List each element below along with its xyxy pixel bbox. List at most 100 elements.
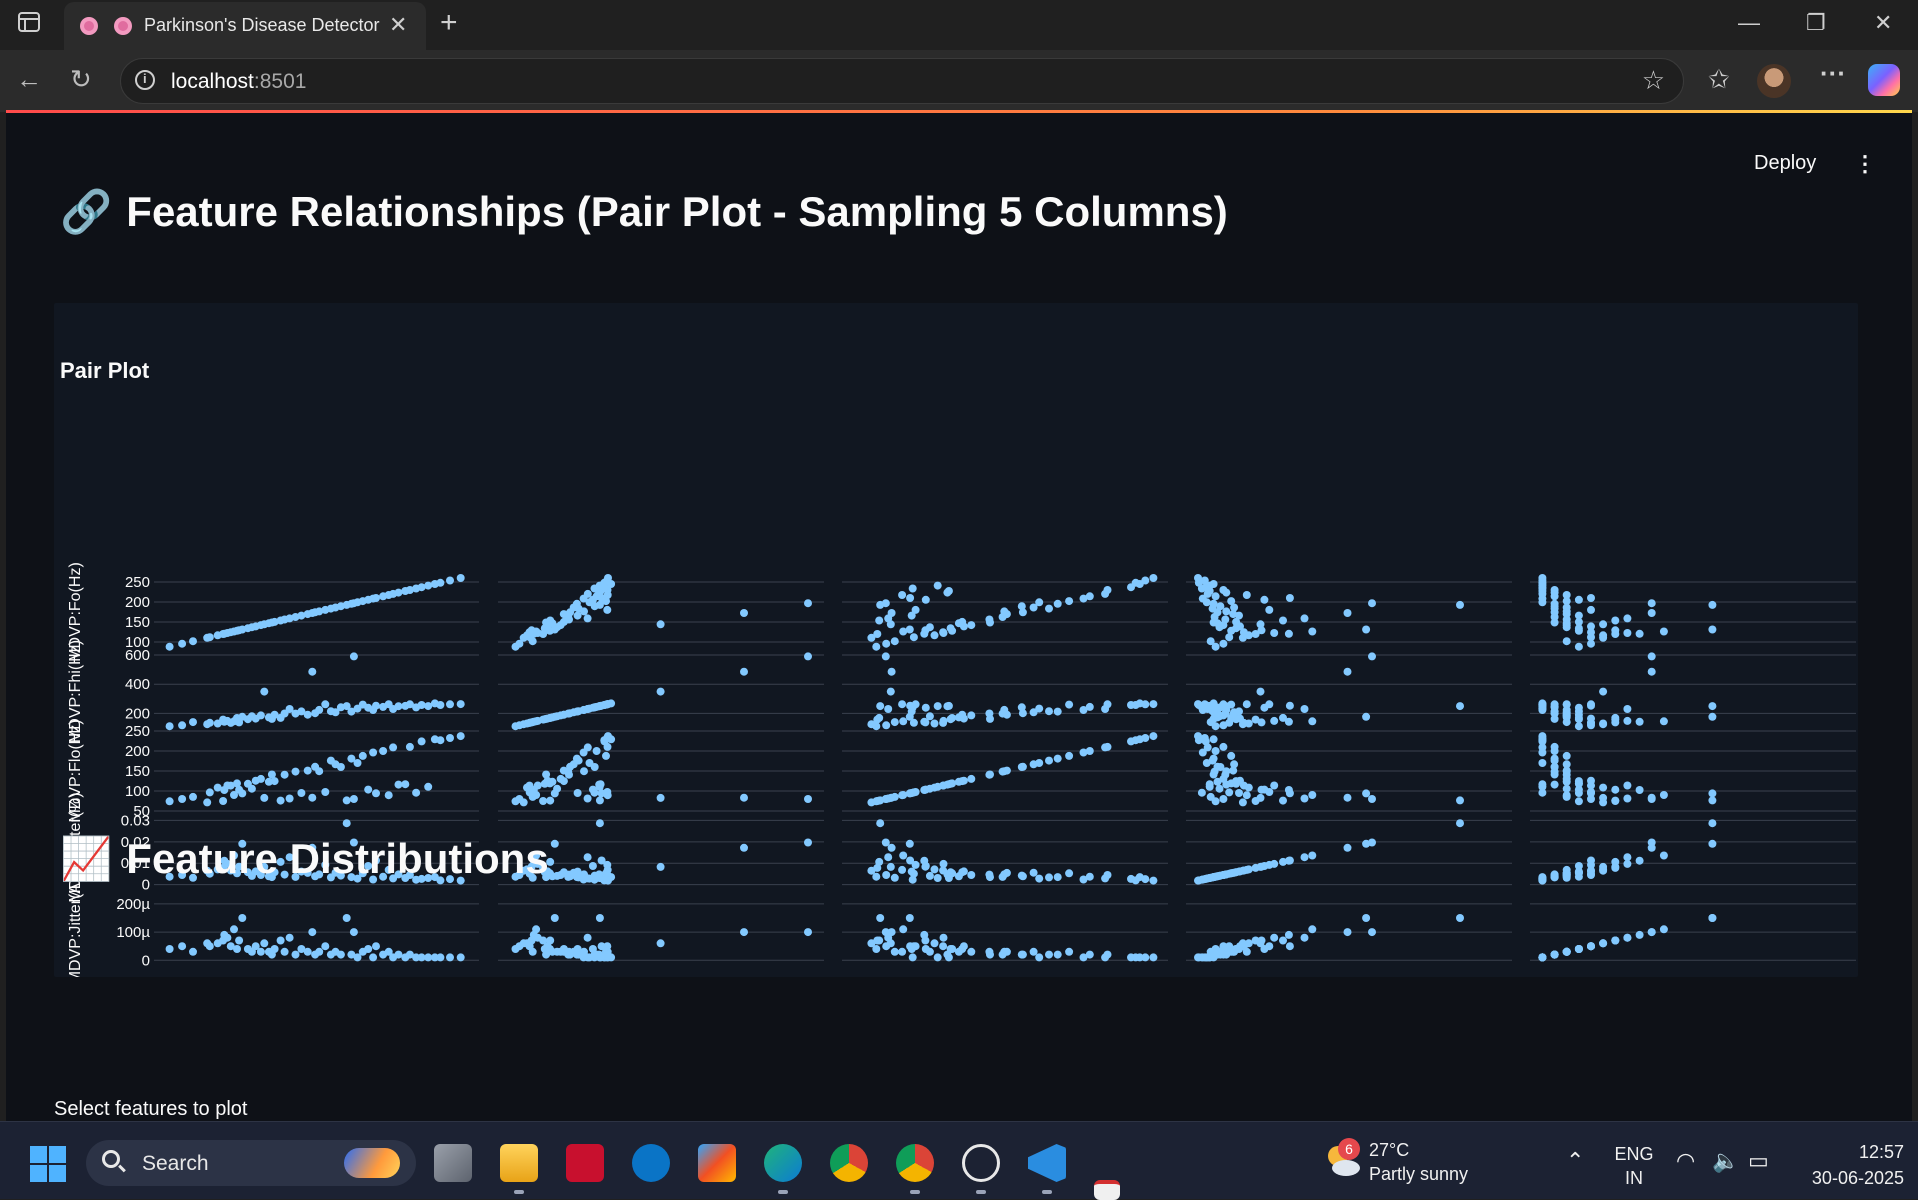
scatter-point xyxy=(1362,712,1371,721)
scatter-point xyxy=(1562,947,1571,956)
scatter-point xyxy=(881,599,890,608)
scatter-point xyxy=(1065,700,1074,709)
scatter-point xyxy=(285,933,294,942)
scatter-point xyxy=(308,667,317,676)
url-field[interactable]: localhost:8501 ☆ xyxy=(120,58,1684,104)
scatter-point xyxy=(958,617,967,626)
scatter-point xyxy=(1550,780,1559,789)
profile-avatar[interactable] xyxy=(1757,64,1791,98)
window-close-icon[interactable]: ✕ xyxy=(1874,10,1892,36)
dell-icon[interactable] xyxy=(632,1144,670,1182)
scatter-point xyxy=(1219,950,1228,959)
main-menu-icon[interactable]: ⋮ xyxy=(1854,151,1876,177)
site-info-icon[interactable] xyxy=(135,70,155,90)
scatter-point xyxy=(178,639,187,648)
scatter-point xyxy=(1194,700,1202,709)
scatter-point xyxy=(875,936,884,945)
browser-tab[interactable]: Parkinson's Disease Detector ✕ xyxy=(64,2,426,50)
scatter-point xyxy=(898,791,907,800)
scatter-point xyxy=(1562,865,1571,874)
deploy-button[interactable]: Deploy xyxy=(1754,152,1816,175)
scatter-point xyxy=(1257,718,1266,727)
scatter-point xyxy=(1209,735,1218,744)
battery-icon[interactable]: ▭ xyxy=(1748,1148,1769,1174)
scatter-point xyxy=(1085,872,1094,881)
file-explorer-icon[interactable] xyxy=(500,1144,538,1182)
scatter-point xyxy=(349,652,358,661)
language-label[interactable]: ENG xyxy=(1614,1144,1654,1165)
scatter-point xyxy=(372,701,380,710)
scatter-point xyxy=(933,874,942,882)
scatter-point xyxy=(1562,700,1571,709)
wifi-icon[interactable]: ◠ xyxy=(1676,1148,1695,1174)
scatter-point xyxy=(297,789,306,797)
scatter-point xyxy=(527,936,536,945)
weather-temperature[interactable]: 27°C xyxy=(1369,1140,1409,1161)
scatter-point xyxy=(1574,642,1583,651)
taskbar-search[interactable]: Search xyxy=(86,1140,416,1186)
volume-icon[interactable]: 🔈 xyxy=(1712,1148,1739,1174)
chrome-icon[interactable] xyxy=(830,1144,868,1182)
windows-taskbar: Search 6 27°C Partly sunny ⌃ ENG IN ◠ 🔈 … xyxy=(0,1121,1918,1200)
scatter-point xyxy=(342,796,351,805)
scatter-point xyxy=(1238,798,1247,807)
tab-actions-icon[interactable] xyxy=(18,12,40,32)
scatter-point xyxy=(1362,625,1371,634)
scatter-point xyxy=(1647,667,1656,676)
copilot-icon[interactable] xyxy=(1868,64,1900,96)
reload-icon[interactable]: ↻ xyxy=(70,64,92,95)
favorites-icon[interactable]: ✩ xyxy=(1708,64,1730,95)
browser-tab-bar: Parkinson's Disease Detector ✕ + — ❐ ✕ xyxy=(0,0,1918,50)
favorite-star-icon[interactable]: ☆ xyxy=(1642,65,1665,96)
clock-time[interactable]: 12:57 xyxy=(1808,1142,1904,1163)
scatter-point xyxy=(1599,783,1608,792)
scatter-point xyxy=(1242,700,1251,709)
scatter-point xyxy=(1053,950,1062,959)
scatter-point xyxy=(1045,756,1053,765)
scatter-point xyxy=(1270,933,1279,942)
search-placeholder: Search xyxy=(142,1152,209,1175)
scatter-point xyxy=(985,870,994,879)
microsoft-store-icon[interactable] xyxy=(698,1144,736,1182)
scatter-point xyxy=(1260,862,1269,870)
scatter-point xyxy=(804,928,812,937)
mcafee-icon[interactable] xyxy=(566,1144,604,1182)
scatter-point xyxy=(1141,700,1150,709)
restore-icon[interactable]: ❐ xyxy=(1806,10,1826,36)
scatter-point xyxy=(583,933,592,942)
vscode-icon[interactable] xyxy=(1028,1144,1066,1182)
task-view-icon[interactable] xyxy=(434,1144,472,1182)
calendar-app-icon[interactable] xyxy=(1094,1180,1120,1200)
scatter-point xyxy=(1538,782,1547,791)
scatter-point xyxy=(1574,595,1583,604)
scatter-point xyxy=(572,707,581,716)
scatter-point xyxy=(1562,591,1571,599)
scatter-point xyxy=(946,715,955,724)
chrome-profile-icon[interactable] xyxy=(896,1144,934,1182)
chevron-up-icon[interactable]: ⌃ xyxy=(1566,1148,1584,1174)
scatter-point xyxy=(946,624,955,633)
scatter-point xyxy=(1219,795,1228,803)
new-tab-icon[interactable]: + xyxy=(440,6,458,40)
scatter-point xyxy=(1279,796,1287,805)
y-tick-label: 200 xyxy=(125,705,150,722)
weather-description[interactable]: Partly sunny xyxy=(1369,1164,1468,1185)
chatgpt-icon[interactable] xyxy=(962,1144,1000,1182)
scatter-point xyxy=(1611,857,1620,866)
tab-close-icon[interactable]: ✕ xyxy=(389,12,407,38)
scatter-point xyxy=(604,574,612,582)
scatter-point xyxy=(1284,629,1293,638)
scatter-point xyxy=(280,770,289,779)
back-icon[interactable]: ← xyxy=(16,64,42,95)
scatter-point xyxy=(1659,791,1668,799)
clock-date[interactable]: 30-06-2025 xyxy=(1790,1168,1904,1189)
edge-icon[interactable] xyxy=(764,1144,802,1182)
scatter-point xyxy=(372,789,380,798)
scatter-point xyxy=(1131,736,1140,745)
more-options-icon[interactable]: ··· xyxy=(1820,58,1846,89)
y-tick-label: 250 xyxy=(125,723,150,740)
start-windows-icon[interactable] xyxy=(30,1146,66,1182)
scatter-point xyxy=(546,713,555,722)
minimize-icon[interactable]: — xyxy=(1738,10,1760,36)
region-label[interactable]: IN xyxy=(1614,1168,1654,1189)
